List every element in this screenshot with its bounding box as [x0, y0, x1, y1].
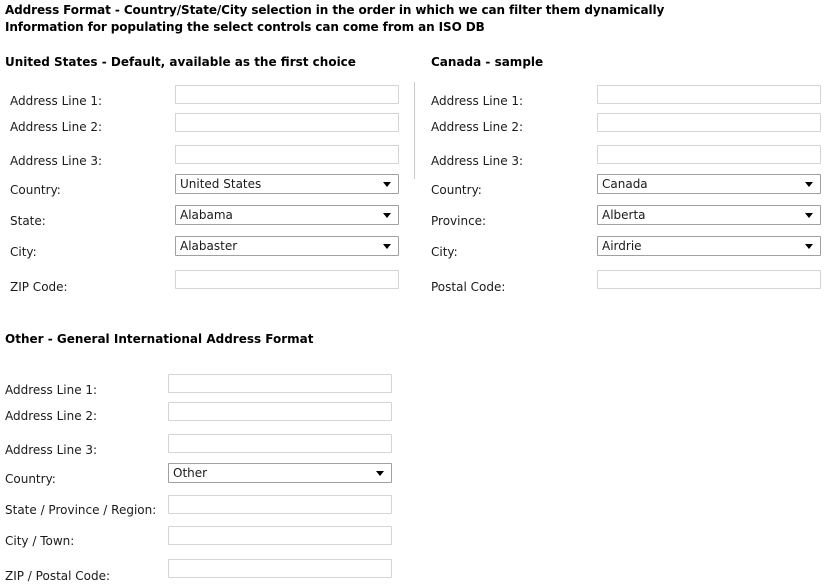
chevron-down-icon[interactable]: [805, 244, 813, 249]
input-canada-6[interactable]: [597, 270, 821, 289]
select-canada-3[interactable]: Canada: [597, 174, 821, 194]
input-other-4[interactable]: [168, 495, 392, 514]
select-value-us-4: Alabama: [180, 208, 233, 222]
select-us-3[interactable]: United States: [175, 174, 399, 194]
chevron-down-icon[interactable]: [805, 182, 813, 187]
field-label-us-2: Address Line 3:: [10, 154, 103, 168]
input-us-6[interactable]: [175, 270, 399, 289]
select-us-4[interactable]: Alabama: [175, 205, 399, 225]
field-label-canada-2: Address Line 3:: [431, 154, 524, 168]
select-canada-4[interactable]: Alberta: [597, 205, 821, 225]
field-label-other-6: ZIP / Postal Code:: [5, 569, 111, 583]
input-us-0[interactable]: [175, 85, 399, 104]
field-label-canada-3: Country:: [431, 183, 482, 197]
field-label-other-3: Country:: [5, 472, 56, 486]
input-other-5[interactable]: [168, 526, 392, 545]
chevron-down-icon[interactable]: [383, 244, 391, 249]
input-other-1[interactable]: [168, 402, 392, 421]
input-us-1[interactable]: [175, 113, 399, 132]
input-other-2[interactable]: [168, 434, 392, 453]
select-value-canada-3: Canada: [602, 177, 648, 191]
field-label-canada-4: Province:: [431, 214, 487, 228]
page-title-line-1: Address Format - Country/State/City sele…: [5, 3, 665, 17]
field-label-us-3: Country:: [10, 183, 61, 197]
field-label-other-0: Address Line 1:: [5, 383, 98, 397]
select-value-canada-5: Airdrie: [602, 239, 642, 253]
section-heading-other: Other - General International Address Fo…: [5, 332, 314, 346]
field-label-us-4: State:: [10, 214, 46, 228]
select-value-us-3: United States: [180, 177, 262, 191]
field-label-us-6: ZIP Code:: [10, 280, 68, 294]
chevron-down-icon[interactable]: [805, 213, 813, 218]
column-divider: [414, 82, 415, 179]
field-label-other-2: Address Line 3:: [5, 443, 98, 457]
page-title: Address Format - Country/State/City sele…: [5, 2, 831, 36]
section-heading-canada: Canada - sample: [431, 55, 544, 69]
select-value-other-3: Other: [173, 466, 208, 480]
chevron-down-icon[interactable]: [383, 182, 391, 187]
select-value-canada-4: Alberta: [602, 208, 646, 222]
field-label-other-5: City / Town:: [5, 534, 75, 548]
input-other-0[interactable]: [168, 374, 392, 393]
field-label-canada-1: Address Line 2:: [431, 120, 524, 134]
select-value-us-5: Alabaster: [180, 239, 238, 253]
field-label-other-1: Address Line 2:: [5, 409, 98, 423]
field-label-us-0: Address Line 1:: [10, 94, 103, 108]
chevron-down-icon[interactable]: [376, 471, 384, 476]
select-canada-5[interactable]: Airdrie: [597, 236, 821, 256]
input-us-2[interactable]: [175, 145, 399, 164]
field-label-canada-0: Address Line 1:: [431, 94, 524, 108]
section-heading-united-states: United States - Default, available as th…: [5, 55, 356, 69]
input-canada-0[interactable]: [597, 85, 821, 104]
chevron-down-icon[interactable]: [383, 213, 391, 218]
select-us-5[interactable]: Alabaster: [175, 236, 399, 256]
field-label-us-5: City:: [10, 245, 37, 259]
select-other-3[interactable]: Other: [168, 463, 392, 483]
field-label-other-4: State / Province / Region:: [5, 503, 157, 517]
page-title-line-2: Information for populating the select co…: [5, 20, 485, 34]
field-label-canada-6: Postal Code:: [431, 280, 506, 294]
input-other-6[interactable]: [168, 559, 392, 578]
input-canada-1[interactable]: [597, 113, 821, 132]
field-label-us-1: Address Line 2:: [10, 120, 103, 134]
field-label-canada-5: City:: [431, 245, 458, 259]
input-canada-2[interactable]: [597, 145, 821, 164]
